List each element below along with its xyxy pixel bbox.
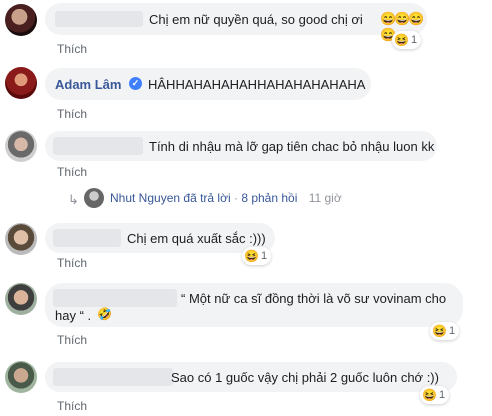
comment-bubble: Sao có 1 guốc vậy chị phải 2 guốc luôn c… [45, 362, 457, 392]
redacted-name [53, 368, 173, 386]
reaction-badge[interactable]: 😆 1 [430, 322, 460, 340]
comment-bubble: Chị em nữ quyền quá, so good chị ơi 😄😄😄😄 [45, 3, 427, 42]
author-name[interactable]: Adam Lâm [55, 77, 121, 92]
avatar[interactable] [5, 361, 37, 393]
haha-reaction-icon: 😆 [432, 324, 447, 338]
separator: · [233, 191, 238, 205]
comment-bubble: Tính di nhậu mà lỡ gap tiên chac bỏ nhậu… [45, 131, 437, 161]
comment-text: HÂHHAHAHAHAHHAHAHAHAHAHA [148, 77, 366, 92]
like-link[interactable]: Thích [57, 165, 87, 179]
comment-bubble: “ Một nữ ca sĩ đồng thời là võ sư vovina… [45, 283, 463, 327]
comment-text: Tính di nhậu mà lỡ gap tiên chac bỏ nhậu… [149, 139, 435, 154]
reaction-count: 1 [260, 250, 268, 262]
reaction-count: 1 [448, 325, 456, 337]
verified-badge-icon: ✓ [129, 77, 142, 90]
reply-arrow-icon: ↳ [68, 192, 79, 207]
haha-reaction-icon: 😆 [244, 249, 259, 263]
like-link[interactable]: Thích [57, 107, 87, 121]
reaction-count: 1 [438, 389, 446, 401]
reply-time: 11 giờ [308, 191, 342, 205]
reply-author: Nhut Nguyen [110, 191, 181, 205]
avatar[interactable] [5, 283, 37, 315]
reaction-count: 1 [410, 34, 418, 46]
avatar[interactable] [5, 4, 37, 36]
avatar [84, 188, 104, 208]
reply-action: đã trả lời [183, 191, 231, 205]
avatar[interactable] [5, 67, 37, 99]
redacted-name [53, 137, 143, 155]
like-link[interactable]: Thích [57, 333, 87, 347]
rofl-emoji-icon: 🤣 [97, 307, 112, 321]
like-link[interactable]: Thích [57, 42, 87, 56]
avatar[interactable] [5, 223, 37, 255]
reply-count: 8 phản hồi [241, 191, 298, 205]
redacted-name [53, 229, 121, 247]
haha-reaction-icon: 😆 [394, 33, 409, 47]
haha-reaction-icon: 😆 [422, 388, 437, 402]
replies-summary[interactable]: Nhut Nguyen đã trả lời · 8 phản hồi 11 g… [110, 191, 342, 205]
reaction-badge[interactable]: 😆 1 [420, 386, 450, 404]
avatar[interactable] [5, 130, 37, 162]
comment-text: Chị em quá xuất sắc :))) [127, 231, 266, 246]
redacted-name [53, 289, 177, 307]
comment-bubble: Adam Lâm ✓ HÂHHAHAHAHAHHAHAHAHAHAHA [45, 68, 371, 100]
reaction-badge[interactable]: 😆 1 [242, 247, 272, 265]
like-link[interactable]: Thích [57, 256, 87, 270]
reaction-badge[interactable]: 😆 1 [392, 31, 422, 49]
comment-text: hay “ . [55, 308, 92, 323]
like-link[interactable]: Thích [57, 399, 87, 413]
comment-text: Sao có 1 guốc vậy chị phải 2 guốc luôn c… [171, 370, 439, 385]
comment-bubble: Chị em quá xuất sắc :))) [45, 223, 275, 253]
comment-text: “ Một nữ ca sĩ đồng thời là võ sư vovina… [181, 291, 447, 306]
redacted-name [55, 11, 143, 27]
comment-text: Chị em nữ quyền quá, so good chị ơi [149, 12, 363, 27]
